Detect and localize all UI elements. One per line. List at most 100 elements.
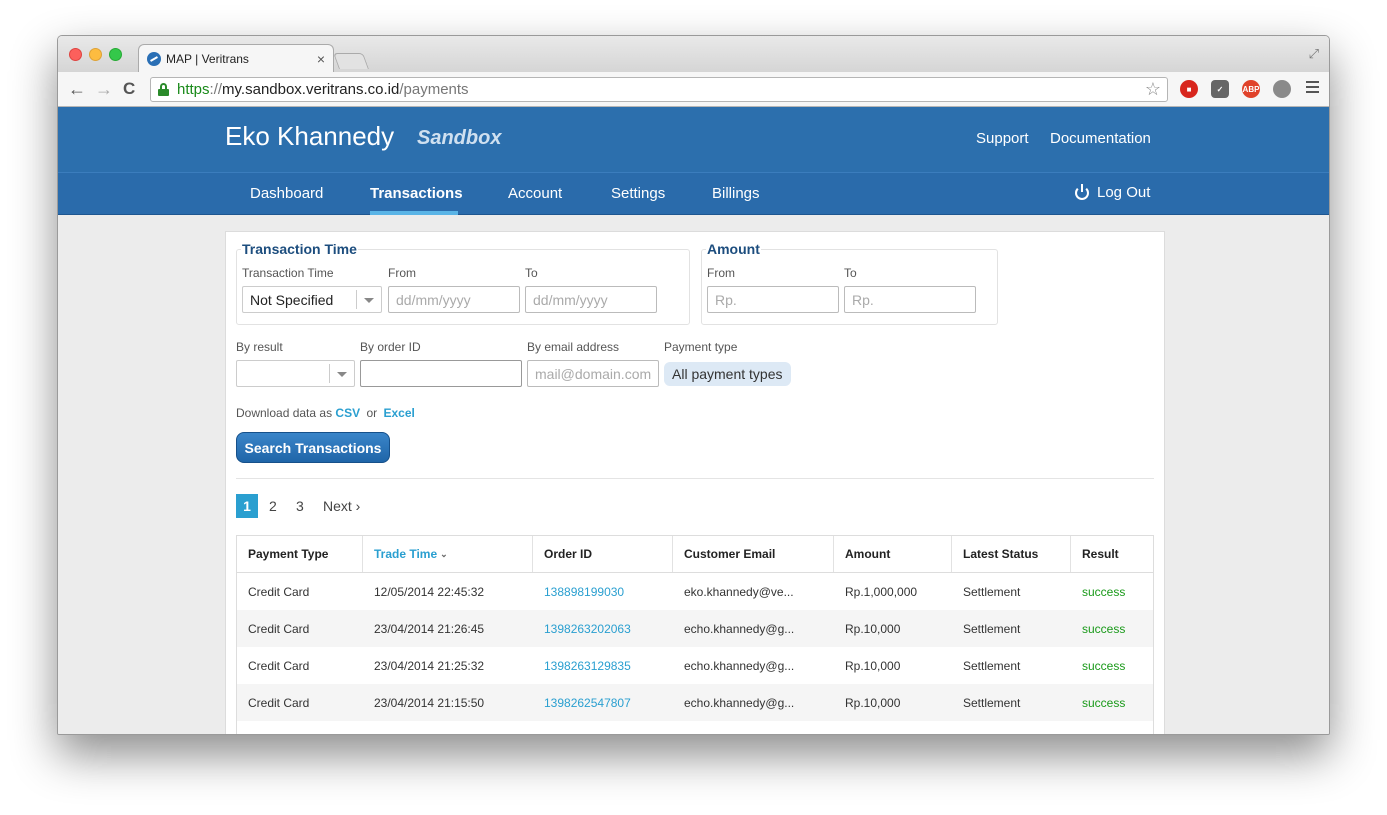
by-result-label: By result [236, 340, 283, 354]
column-payment-type[interactable]: Payment Type [237, 536, 363, 572]
merchant-name: Eko Khannedy [225, 121, 395, 151]
section-divider [236, 478, 1154, 479]
zoom-window-button[interactable] [109, 48, 122, 61]
page-content: Eko Khannedy Sandbox Support Documentati… [58, 107, 1329, 735]
cell-amount: Rp.10,000 [834, 721, 952, 735]
url-host: my.sandbox.veritrans.co.id [222, 81, 400, 98]
lock-icon [158, 83, 169, 96]
address-bar[interactable]: https://my.sandbox.veritrans.co.id/payme… [150, 77, 1168, 102]
column-order-id[interactable]: Order ID [533, 536, 673, 572]
documentation-link[interactable]: Documentation [1050, 130, 1151, 147]
column-trade-time[interactable]: Trade Time ⌄ [363, 536, 533, 572]
cell-order-id[interactable]: 1398263202063 [533, 610, 673, 647]
minimize-window-button[interactable] [89, 48, 102, 61]
chevron-down-icon [364, 298, 374, 303]
page-1-button[interactable]: 1 [236, 494, 258, 518]
by-email-label: By email address [527, 340, 620, 354]
extension-icon[interactable] [1273, 80, 1291, 98]
environment-label: Sandbox [417, 127, 502, 149]
cell-payment-type: Credit Card [248, 658, 310, 673]
cell-latest-status: Settlement [952, 721, 1071, 735]
cell-customer-email: eko.khannedy@ve... [684, 584, 794, 599]
cell-order-id[interactable]: 138898199030 [533, 573, 673, 610]
amount-to-label: To [844, 266, 857, 280]
time-from-input[interactable]: dd/mm/yyyy [388, 286, 520, 313]
cell-customer-email: echo.khannedy@g... [684, 621, 795, 636]
search-transactions-button[interactable]: Search Transactions [236, 432, 390, 463]
amount-from-input[interactable]: Rp. [707, 286, 839, 313]
payment-type-select[interactable]: All payment types [664, 362, 791, 386]
chevron-down-icon [337, 372, 347, 377]
nav-dashboard[interactable]: Dashboard [250, 185, 323, 202]
download-csv-link[interactable]: CSV [335, 406, 360, 420]
cell-result: success [1071, 721, 1153, 735]
cell-latest-status: Settlement [963, 658, 1021, 673]
browser-menu-icon[interactable] [1306, 81, 1319, 96]
column-customer-email[interactable]: Customer Email [673, 536, 834, 572]
adblock-plus-icon[interactable]: ABP [1242, 80, 1260, 98]
transaction-time-type-label: Transaction Time [242, 266, 334, 280]
logout-label: Log Out [1097, 184, 1151, 201]
nav-settings[interactable]: Settings [611, 185, 665, 202]
cell-result: success [1082, 695, 1126, 710]
cell-payment-type: Credit Card [248, 584, 310, 599]
reload-button[interactable]: C [123, 80, 135, 98]
veritrans-favicon-icon [147, 51, 161, 66]
nav-billings[interactable]: Billings [712, 185, 760, 202]
order-id-input[interactable] [360, 360, 522, 387]
pocket-icon[interactable]: ✓ [1211, 80, 1229, 98]
column-result[interactable]: Result [1071, 536, 1153, 572]
cell-customer-email: echo.khannedy@g... [684, 658, 795, 673]
cell-order-id[interactable]: 1398263129835 [533, 647, 673, 684]
close-tab-icon[interactable]: × [317, 51, 325, 67]
cell-order-id[interactable]: 1398262324624 [533, 721, 673, 735]
download-or: or [366, 406, 378, 420]
table-row[interactable]: Credit Card 12/05/2014 22:45:32 1388981990… [237, 573, 1153, 610]
cell-trade-time: 12/05/2014 22:45:32 [374, 584, 485, 599]
cell-order-id[interactable]: 1398262547807 [533, 684, 673, 721]
cell-amount: Rp.10,000 [845, 621, 901, 636]
forward-button[interactable]: → [95, 80, 113, 98]
page-2-link[interactable]: 2 [269, 498, 277, 514]
column-amount[interactable]: Amount [834, 536, 952, 572]
new-tab-button[interactable] [333, 53, 369, 69]
transaction-time-title: Transaction Time [241, 241, 358, 257]
download-options: Download data as CSV or Excel [236, 406, 415, 420]
time-to-input[interactable]: dd/mm/yyyy [525, 286, 657, 313]
close-window-button[interactable] [69, 48, 82, 61]
browser-window: MAP | Veritrans × ⤢ ← → C https://my.san… [57, 35, 1330, 735]
table-row[interactable]: Credit Card 23/04/2014 21:26:45 1398263202… [237, 610, 1153, 647]
adblock-stop-icon[interactable]: ■ [1180, 80, 1198, 98]
fullscreen-icon[interactable]: ⤢ [1309, 46, 1319, 62]
cell-latest-status: Settlement [963, 695, 1021, 710]
logout-button[interactable]: Log Out [1075, 183, 1151, 201]
table-row[interactable]: Credit Card 23/04/2014 21:15:50 1398262547… [237, 684, 1153, 721]
column-latest-status[interactable]: Latest Status [952, 536, 1071, 572]
cell-payment-type: Credit Card [237, 721, 363, 735]
by-order-id-label: By order ID [360, 340, 421, 354]
email-input[interactable]: mail@domain.com [527, 360, 659, 387]
page-3-link[interactable]: 3 [296, 498, 304, 514]
nav-transactions[interactable]: Transactions [370, 185, 463, 202]
transactions-table: Payment Type Trade Time ⌄ Order ID Custo… [236, 535, 1154, 735]
table-header: Payment Type Trade Time ⌄ Order ID Custo… [237, 536, 1153, 573]
nav-account[interactable]: Account [508, 185, 562, 202]
next-page-link[interactable]: Next › [323, 498, 360, 514]
cell-trade-time: 23/04/2014 21:12:04 [363, 721, 533, 735]
table-row[interactable]: Credit Card23/04/2014 21:12:041398262324… [237, 721, 1153, 735]
active-nav-indicator [370, 211, 458, 215]
support-link[interactable]: Support [976, 130, 1029, 147]
power-icon [1075, 183, 1089, 200]
back-button[interactable]: ← [68, 80, 86, 98]
transactions-panel: Transaction Time Transaction Time Not Sp… [225, 231, 1165, 735]
payment-type-label: Payment type [664, 340, 738, 354]
time-to-label: To [525, 266, 538, 280]
download-excel-link[interactable]: Excel [383, 406, 414, 420]
cell-payment-type: Credit Card [248, 621, 310, 636]
by-result-select[interactable] [236, 360, 355, 387]
bookmark-star-icon[interactable]: ☆ [1145, 79, 1161, 100]
amount-to-input[interactable]: Rp. [844, 286, 976, 313]
transaction-time-select[interactable]: Not Specified [242, 286, 382, 313]
table-row[interactable]: Credit Card 23/04/2014 21:25:32 1398263129… [237, 647, 1153, 684]
browser-tab[interactable]: MAP | Veritrans × [138, 44, 334, 72]
